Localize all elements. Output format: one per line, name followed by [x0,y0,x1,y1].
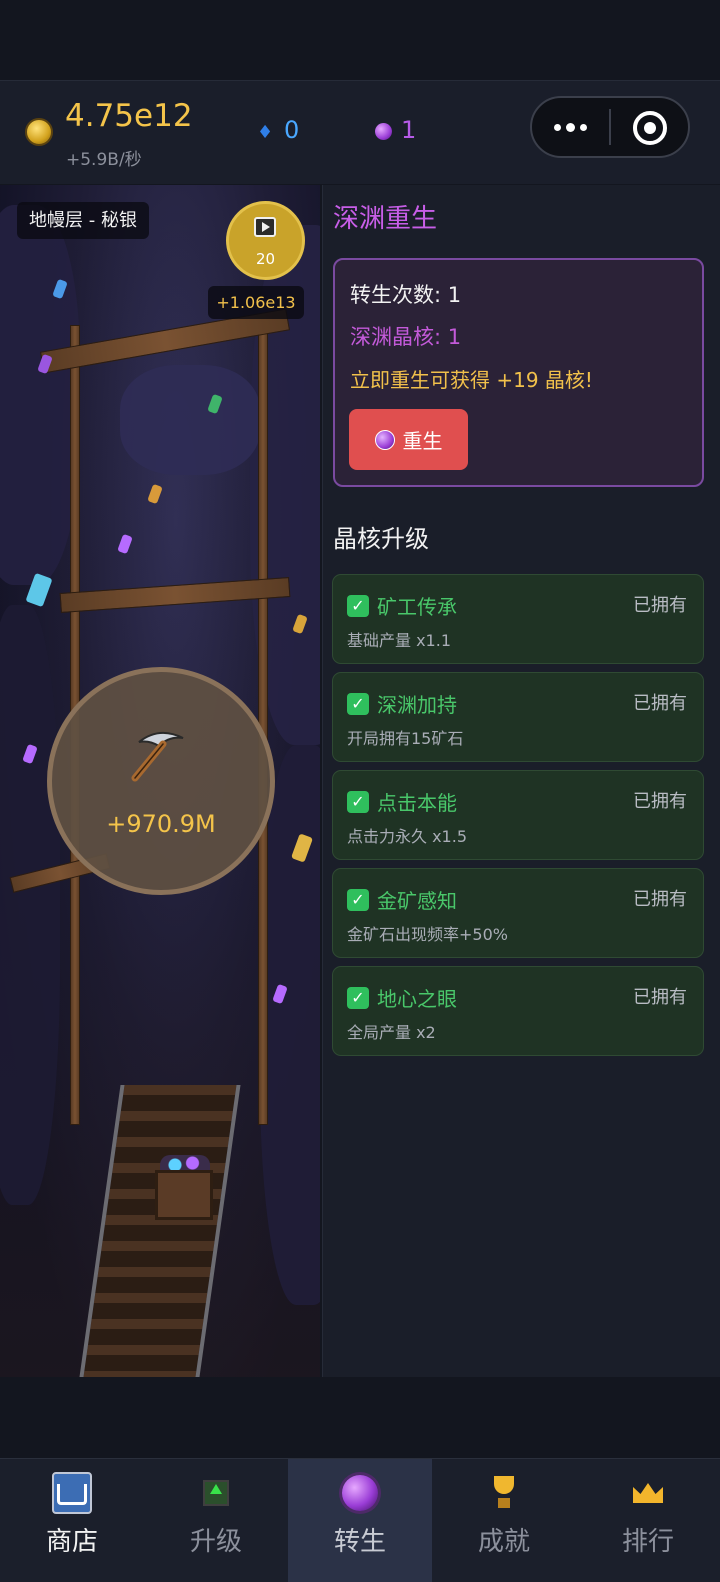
upgrades-title: 晶核升级 [333,525,429,553]
check-icon: ✓ [347,889,369,911]
upgrade-desc: 点击力永久 x1.5 [347,827,468,846]
rebirth-count: 转生次数: 1 [350,283,462,307]
blue-gem-count: 0 [284,116,300,144]
upgrade-item[interactable]: ✓ 金矿感知 已拥有 金矿石出现频率+50% [332,868,704,958]
nav-shop[interactable]: 商店 [0,1459,144,1582]
nav-upgrade[interactable]: 升级 [144,1459,288,1582]
nav-label: 成就 [477,1527,530,1557]
video-count: 20 [255,250,276,268]
upgrade-item[interactable]: ✓ 地心之眼 已拥有 全局产量 x2 [332,966,704,1056]
upgrade-name: 金矿感知 [377,889,457,913]
capsule-divider [609,109,611,145]
nav-label: 排行 [621,1527,674,1557]
upgrade-status: 已拥有 [633,595,687,616]
upgrade-status: 已拥有 [633,791,687,812]
nav-achievements[interactable]: 成就 [432,1459,576,1582]
mine-cart [155,1170,213,1220]
nav-label: 商店 [45,1527,98,1557]
click-value: +970.9M [106,810,216,838]
check-icon: ✓ [347,595,369,617]
upgrade-name: 矿工传承 [377,595,457,619]
panel-title: 深渊重生 [333,204,438,234]
nav-label: 转生 [333,1527,386,1557]
gold-rate: +5.9B/秒 [66,150,142,170]
bottom-nav: 商店 升级 转生 成就 排行 [0,1458,720,1582]
nav-label: 升级 [189,1527,242,1557]
crown-icon [628,1473,668,1513]
upgrade-desc: 全局产量 x2 [347,1023,436,1042]
upgrade-status: 已拥有 [633,693,687,714]
upgrade-desc: 金矿石出现频率+50% [347,925,508,944]
game-screen: 4.75e12 +5.9B/秒 ♦ 0 1 地幔层 - 秘银 20 +1.06e… [0,0,720,1582]
check-icon: ✓ [347,791,369,813]
mini-program-close-icon[interactable] [633,111,667,145]
upgrade-name: 深渊加持 [377,693,457,717]
upgrade-desc: 基础产量 x1.1 [347,631,452,650]
upgrade-item[interactable]: ✓ 矿工传承 已拥有 基础产量 x1.1 [332,574,704,664]
check-icon: ✓ [347,987,369,1009]
upgrade-desc: 开局拥有15矿石 [347,729,464,748]
upgrade-name: 点击本能 [377,791,457,815]
pickaxe-icon [131,731,184,782]
blue-diamond-icon: ♦ [257,122,274,143]
upgrade-item[interactable]: ✓ 点击本能 已拥有 点击力永久 x1.5 [332,770,704,860]
check-icon: ✓ [347,693,369,715]
upgrade-name: 地心之眼 [377,987,457,1011]
purple-gem-count: 1 [401,116,417,144]
rebirth-button[interactable]: 重生 [349,409,468,470]
trophy-icon [484,1473,524,1513]
rail-track [79,1085,241,1377]
video-play-icon [254,217,276,237]
video-reward-amount: +1.06e13 [208,286,304,319]
rebirth-button-label: 重生 [402,429,443,453]
abyss-core-count: 深渊晶核: 1 [350,325,462,349]
purple-orb-icon [375,123,392,140]
shop-cart-icon [52,1472,92,1514]
layer-label: 地幔层 - 秘银 [17,202,149,239]
upgrade-status: 已拥有 [633,889,687,910]
nav-ranking[interactable]: 排行 [576,1459,720,1582]
upgrade-arrow-icon [196,1473,236,1513]
upgrade-item[interactable]: ✓ 深渊加持 已拥有 开局拥有15矿石 [332,672,704,762]
gold-coin-icon [25,118,53,146]
more-dots-icon[interactable] [548,110,592,144]
rebirth-orb-icon [340,1473,380,1513]
rebirth-gain: 立即重生可获得 +19 晶核! [350,368,593,392]
nav-rebirth[interactable]: 转生 [288,1459,432,1582]
gold-amount: 4.75e12 [65,98,193,134]
crystal-ball-icon [374,429,395,450]
upgrade-status: 已拥有 [633,987,687,1008]
video-reward-button[interactable] [226,201,305,280]
